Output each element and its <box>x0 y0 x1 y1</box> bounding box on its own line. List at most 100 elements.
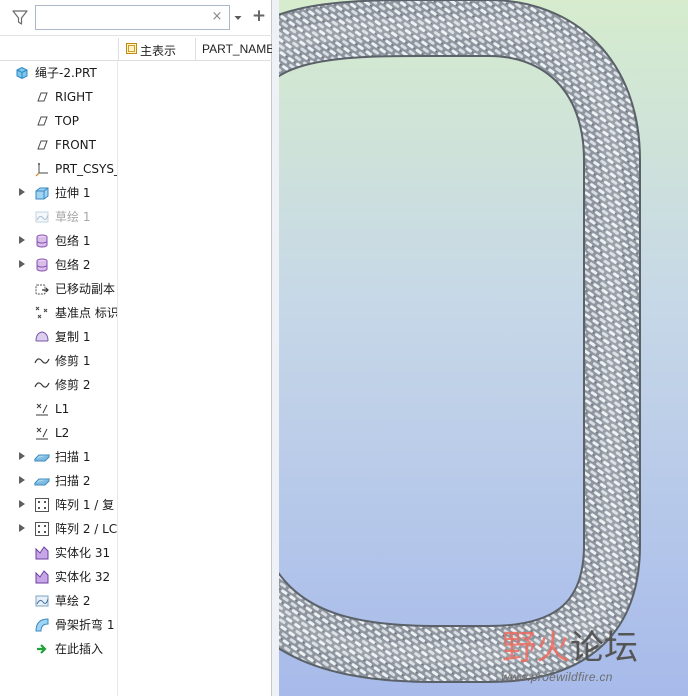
watermark-url: www.proewildfire.cn <box>501 670 613 684</box>
sketch-icon <box>34 209 50 225</box>
sweep-icon <box>34 449 50 465</box>
viewport-border <box>272 0 279 696</box>
tree-item[interactable]: 阵列 1 / 复 <box>0 493 117 517</box>
tree-item[interactable]: TOP <box>0 109 117 133</box>
tree-item[interactable]: 实体化 31 <box>0 541 117 565</box>
datum-plane-icon <box>34 89 50 105</box>
graphics-viewport[interactable]: 野火论坛 www.proewildfire.cn <box>279 0 688 696</box>
tree-item[interactable]: 扫描 2 <box>0 469 117 493</box>
tree-item-label: 草绘 1 <box>55 210 91 224</box>
tree-item-label: 阵列 2 / LC <box>55 522 117 536</box>
datum-point-icon <box>34 305 50 321</box>
datum-plane-icon <box>34 113 50 129</box>
tree-root-label: 绳子-2.PRT <box>35 66 97 80</box>
extrude-icon <box>34 185 50 201</box>
tree-column-header: 主表示 PART_NAME <box>0 38 272 61</box>
tree-item-label: L2 <box>55 426 70 440</box>
tree-item[interactable]: 拉伸 1 <box>0 181 117 205</box>
tree-item-label: 修剪 1 <box>55 354 91 368</box>
model-tree-panel: × + 主表示 PART_NAME 绳子-2.PRT RIGHT TOP FRONT… <box>0 0 272 696</box>
csys-icon <box>34 161 50 177</box>
tree-item-label: 实体化 32 <box>55 570 111 584</box>
tree-item-label: 在此插入 <box>55 642 104 656</box>
expand-arrow-icon[interactable] <box>19 236 25 244</box>
tree-item-label: 复制 1 <box>55 330 91 344</box>
add-button[interactable]: + <box>251 6 267 26</box>
tree-item[interactable]: 修剪 1 <box>0 349 117 373</box>
display-state-icon <box>125 42 138 55</box>
tree-item-label: 阵列 1 / 复 <box>55 498 115 512</box>
tree-item-label: 实体化 31 <box>55 546 111 560</box>
wrap-icon <box>34 233 50 249</box>
tree-item[interactable]: 扫描 1 <box>0 445 117 469</box>
parameter-icon <box>34 425 50 441</box>
tree-item[interactable]: 修剪 2 <box>0 373 117 397</box>
insert-here-icon <box>34 641 50 657</box>
tree-item-label: L1 <box>55 402 70 416</box>
braided-rope-model <box>279 0 641 683</box>
expand-arrow-icon[interactable] <box>19 188 25 196</box>
tree-item-label: PRT_CSYS_ <box>55 162 117 176</box>
tree-item[interactable]: 在此插入 <box>0 637 117 661</box>
tree-item[interactable]: 骨架折弯 1 <box>0 613 117 637</box>
part-icon <box>14 65 30 81</box>
tree-item[interactable]: 包络 1 <box>0 229 117 253</box>
search-box: × <box>35 5 230 30</box>
column-header-display[interactable]: 主表示 <box>118 38 196 60</box>
model-tree-toolbar: × + <box>0 0 272 36</box>
column-part-name-label: PART_NAME <box>202 42 272 56</box>
tree-item-label: 草绘 2 <box>55 594 91 608</box>
tree-item[interactable]: PRT_CSYS_ <box>0 157 117 181</box>
tree-item-label: 已移动副本 <box>55 282 116 296</box>
model-tree: 绳子-2.PRT RIGHT TOP FRONT PRT_CSYS_ 拉伸 1 草绘 1 包… <box>0 61 117 696</box>
moved-copy-icon <box>34 281 50 297</box>
copy-icon <box>34 329 50 345</box>
wrap-icon <box>34 257 50 273</box>
tree-item-label: 骨架折弯 1 <box>55 618 115 632</box>
tree-item[interactable]: 草绘 2 <box>0 589 117 613</box>
tree-item-label: FRONT <box>55 138 96 152</box>
tree-item-label: RIGHT <box>55 90 93 104</box>
search-input[interactable] <box>39 9 211 28</box>
tree-item[interactable]: FRONT <box>0 133 117 157</box>
parameter-icon <box>34 401 50 417</box>
trim-icon <box>34 377 50 393</box>
tree-item-label: 包络 1 <box>55 234 91 248</box>
tree-item[interactable]: 草绘 1 <box>0 205 117 229</box>
tree-item[interactable]: 复制 1 <box>0 325 117 349</box>
watermark-brand-a: 野火 <box>502 628 570 668</box>
tree-item[interactable]: 基准点 标识 <box>0 301 117 325</box>
expand-arrow-icon[interactable] <box>19 260 25 268</box>
watermark-logo: 野火论坛 <box>502 628 638 668</box>
tree-item-label: 拉伸 1 <box>55 186 91 200</box>
tree-item-label: TOP <box>55 114 80 128</box>
tree-item-label: 修剪 2 <box>55 378 91 392</box>
tree-root-node[interactable]: 绳子-2.PRT <box>0 61 117 85</box>
chevron-down-icon[interactable] <box>233 12 243 22</box>
tree-item[interactable]: L2 <box>0 421 117 445</box>
trim-icon <box>34 353 50 369</box>
solidify-icon <box>34 569 50 585</box>
clear-search-button[interactable]: × <box>210 10 224 24</box>
filter-icon[interactable] <box>10 8 30 28</box>
expand-arrow-icon[interactable] <box>19 524 25 532</box>
expand-arrow-icon[interactable] <box>19 452 25 460</box>
column-divider <box>117 61 118 696</box>
sketch-icon <box>34 593 50 609</box>
sweep-icon <box>34 473 50 489</box>
tree-item[interactable]: 阵列 2 / LC <box>0 517 117 541</box>
tree-item[interactable]: L1 <box>0 397 117 421</box>
datum-plane-icon <box>34 137 50 153</box>
column-display-label: 主表示 <box>140 44 177 58</box>
tree-item[interactable]: RIGHT <box>0 85 117 109</box>
expand-arrow-icon[interactable] <box>19 476 25 484</box>
tree-item[interactable]: 实体化 32 <box>0 565 117 589</box>
tree-item[interactable]: 已移动副本 <box>0 277 117 301</box>
column-header-part-name[interactable]: PART_NAME <box>196 38 272 60</box>
pattern-icon <box>34 521 50 537</box>
tree-item-label: 扫描 2 <box>55 474 91 488</box>
tree-item-label: 扫描 1 <box>55 450 91 464</box>
tree-item-label: 包络 2 <box>55 258 91 272</box>
expand-arrow-icon[interactable] <box>19 500 25 508</box>
tree-item[interactable]: 包络 2 <box>0 253 117 277</box>
